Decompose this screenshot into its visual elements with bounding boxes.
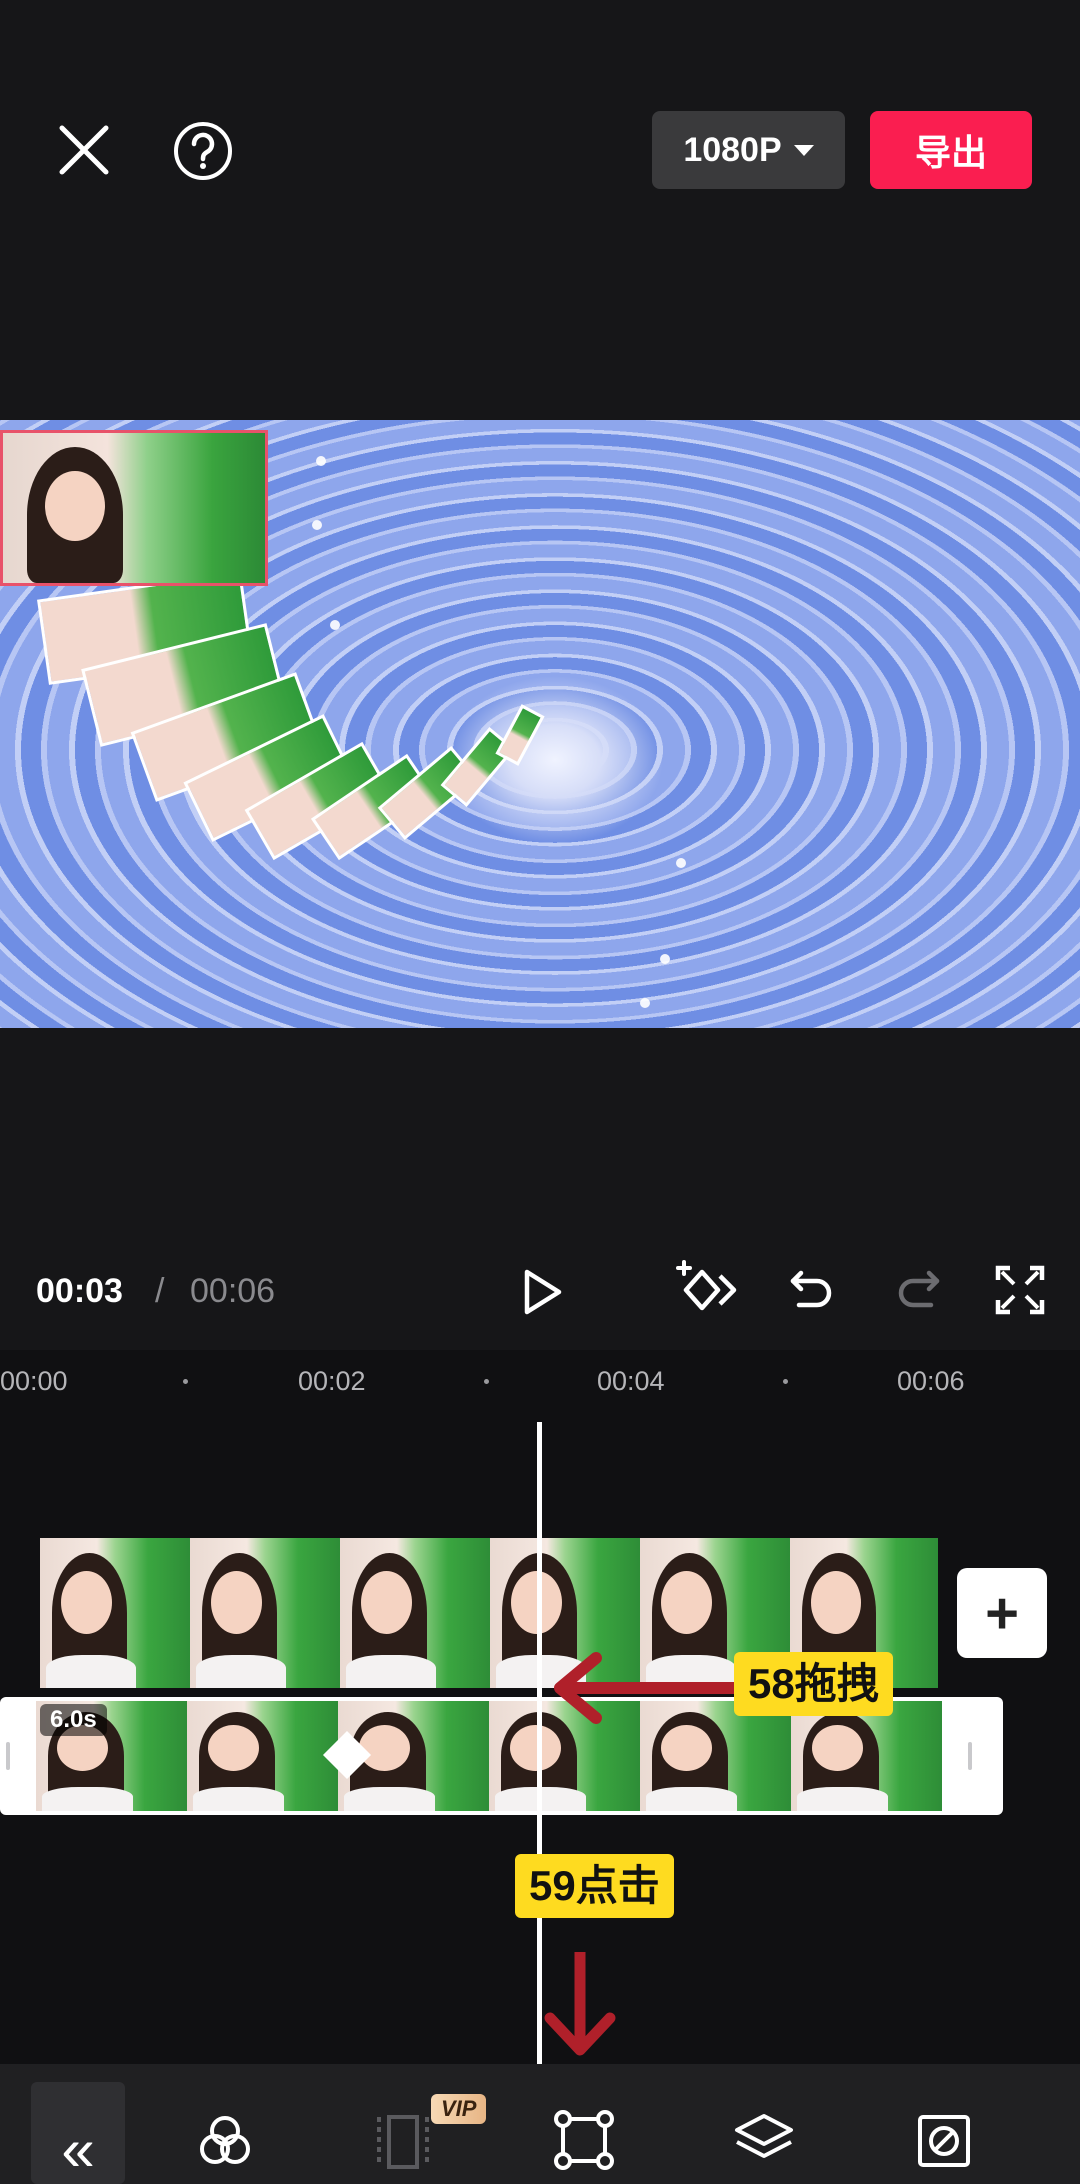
layers-button[interactable]: [728, 2106, 800, 2176]
close-button[interactable]: [52, 118, 116, 182]
overlay-thumbnails: [36, 1701, 942, 1811]
sparkle: [676, 858, 686, 868]
caret-down-icon: [793, 144, 814, 156]
split-icon: [377, 2115, 429, 2169]
clip-thumbnail: [190, 1538, 340, 1688]
ruler-label: 00:02: [298, 1366, 366, 1396]
total-time: 00:06: [190, 1272, 276, 1310]
layers-icon: [735, 2114, 793, 2158]
collapse-button[interactable]: «: [31, 2082, 125, 2184]
trim-handle-right[interactable]: [968, 1742, 972, 1770]
clip-thumbnail: [791, 1701, 942, 1811]
clip-duration-badge: 6.0s: [40, 1704, 107, 1736]
clip-thumbnail: [187, 1701, 338, 1811]
sparkle: [330, 620, 340, 630]
sparkle: [640, 998, 650, 1008]
overlay-face: [45, 471, 105, 541]
tap-annotation: 59点击: [515, 1854, 674, 1918]
export-button[interactable]: 导出: [870, 111, 1032, 189]
time-separator: /: [155, 1272, 165, 1310]
sparkle: [660, 954, 670, 964]
ruler-label: 00:04: [597, 1366, 665, 1396]
mask-icon: [918, 2115, 970, 2167]
undo-icon: [790, 1270, 832, 1308]
vip-badge: VIP: [431, 2094, 487, 2124]
resolution-dropdown[interactable]: 1080P: [652, 111, 845, 189]
add-keyframe-button[interactable]: [672, 1258, 742, 1324]
overlay-clip[interactable]: [0, 430, 268, 586]
drag-annotation: 58拖拽: [734, 1652, 893, 1716]
current-time: 00:03: [36, 1272, 123, 1310]
close-icon: [59, 125, 109, 175]
help-button[interactable]: [170, 118, 236, 184]
ruler-tick: [484, 1379, 489, 1384]
fullscreen-icon: [995, 1265, 1045, 1315]
trim-handle-left[interactable]: [6, 1742, 10, 1770]
ruler-tick: [183, 1379, 188, 1384]
clip-thumbnail: [340, 1538, 490, 1688]
tap-arrow-icon: [544, 1952, 616, 2056]
ruler-label: 00:06: [897, 1366, 965, 1396]
drag-arrow-icon: [554, 1652, 748, 1724]
crop-button[interactable]: [548, 2104, 620, 2176]
add-clip-button[interactable]: +: [957, 1568, 1047, 1658]
video-preview[interactable]: [0, 420, 1080, 1028]
fullscreen-button[interactable]: [990, 1260, 1050, 1320]
filter-icon: [200, 2116, 250, 2164]
redo-button[interactable]: [888, 1262, 948, 1322]
ruler-tick: [783, 1379, 788, 1384]
redo-icon: [898, 1270, 940, 1308]
clip-thumbnail: [40, 1538, 190, 1688]
mask-button[interactable]: [908, 2106, 980, 2176]
crop-icon: [554, 2110, 614, 2170]
ruler-label: 00:00: [0, 1366, 68, 1396]
swirl-frame: [495, 704, 545, 766]
undo-button[interactable]: [782, 1262, 842, 1322]
play-icon: [524, 1269, 562, 1315]
help-icon: [174, 122, 232, 180]
split-button[interactable]: [368, 2108, 438, 2176]
add-keyframe-icon: [676, 1260, 737, 1311]
filter-button[interactable]: [190, 2108, 260, 2176]
sparkle: [312, 520, 322, 530]
play-button[interactable]: [512, 1262, 572, 1322]
resolution-label: 1080P: [683, 130, 782, 169]
sparkle: [316, 456, 326, 466]
